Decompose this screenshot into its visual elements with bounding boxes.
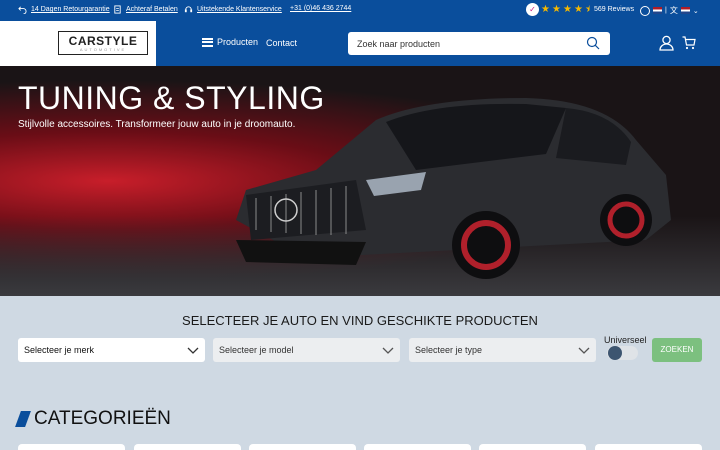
- search-input[interactable]: [357, 37, 577, 50]
- category-card[interactable]: [364, 444, 471, 450]
- top-bar: 14 Dagen Retourgarantie Achteraf Betalen…: [0, 0, 720, 21]
- kiyoh-logo-icon: ✓: [526, 3, 539, 16]
- logo-area[interactable]: CARSTYLE AUTOMOTIVE: [0, 21, 156, 66]
- chevron-down-icon: [382, 347, 394, 354]
- model-select-label: Selecteer je model: [219, 345, 294, 355]
- half-star-icon: ★: [585, 4, 594, 15]
- usp-service-label: Uitstekende Klantenservice: [197, 6, 282, 13]
- hero-title: TUNING & STYLING: [18, 80, 325, 116]
- type-select-label: Selecteer je type: [415, 345, 483, 355]
- headset-icon: [184, 6, 193, 13]
- chevron-down-icon: [187, 347, 199, 354]
- dutch-flag-icon: [680, 7, 690, 14]
- usp-service[interactable]: Uitstekende Klantenservice: [184, 5, 282, 14]
- phone-link[interactable]: +31 (0)46 436 2744: [290, 5, 351, 12]
- return-icon: [18, 6, 27, 14]
- usp-returns-label: 14 Dagen Retourgarantie: [31, 6, 110, 13]
- hero-subtitle: Stijlvolle accessoires. Transformeer jou…: [18, 119, 296, 130]
- categories-heading: CATEGORIEËN: [15, 408, 171, 430]
- search-button[interactable]: ZOEKEN: [652, 338, 702, 362]
- slash-accent-icon: [15, 411, 31, 427]
- carstyle-logo[interactable]: CARSTYLE AUTOMOTIVE: [58, 31, 148, 55]
- logo-text: CARSTYLE: [68, 33, 138, 48]
- toggle-knob: [608, 346, 622, 360]
- nav-products[interactable]: Producten: [202, 37, 258, 47]
- usp-pay-later[interactable]: Achteraf Betalen: [113, 5, 178, 14]
- logo-subtext: AUTOMOTIVE: [79, 46, 127, 52]
- universal-toggle[interactable]: [607, 346, 638, 360]
- phone-number: +31 (0)46 436 2744: [290, 5, 352, 12]
- star-icon: ★: [563, 4, 572, 15]
- nav-products-label: Producten: [217, 37, 259, 47]
- universal-label: Universeel: [604, 335, 647, 345]
- review-count[interactable]: 569 Reviews: [594, 6, 634, 13]
- star-icon: ★: [574, 4, 583, 15]
- globe-icon: [640, 5, 650, 16]
- menu-icon: [202, 37, 213, 47]
- cart-icon[interactable]: [682, 36, 696, 50]
- trust-rating[interactable]: ✓ ★ ★ ★ ★ ★: [526, 3, 594, 16]
- document-icon: [114, 5, 121, 14]
- hero-banner[interactable]: TUNING & STYLING Stijlvolle accessoires.…: [0, 66, 720, 296]
- star-icon: ★: [541, 4, 550, 15]
- translate-icon: 文: [669, 6, 678, 15]
- category-card[interactable]: [134, 444, 241, 450]
- language-separator: |: [665, 7, 667, 14]
- language-switcher[interactable]: | 文 ⌄: [640, 5, 699, 16]
- user-icon[interactable]: [659, 35, 674, 51]
- usp-returns[interactable]: 14 Dagen Retourgarantie: [18, 5, 110, 14]
- star-icon: ★: [552, 4, 561, 15]
- usp-pay-later-label: Achteraf Betalen: [126, 6, 178, 13]
- category-card[interactable]: [18, 444, 125, 450]
- type-select[interactable]: Selecteer je type: [409, 338, 596, 362]
- category-card[interactable]: [479, 444, 586, 450]
- nav-contact[interactable]: Contact: [266, 38, 297, 48]
- main-header: CARSTYLE AUTOMOTIVE Producten Contact: [0, 21, 720, 66]
- brand-select-label: Selecteer je merk: [24, 345, 95, 355]
- categories-title: CATEGORIEËN: [34, 408, 171, 429]
- chevron-down-icon: ⌄: [692, 7, 699, 15]
- chevron-down-icon: [578, 347, 590, 354]
- car-selector-title: SELECTEER JE AUTO EN VIND GESCHIKTE PROD…: [182, 313, 538, 328]
- search-icon[interactable]: [586, 36, 600, 50]
- brand-select[interactable]: Selecteer je merk: [18, 338, 205, 362]
- category-card[interactable]: [595, 444, 702, 450]
- model-select[interactable]: Selecteer je model: [213, 338, 400, 362]
- category-card[interactable]: [249, 444, 356, 450]
- dutch-flag-icon: [653, 7, 662, 14]
- search-bar: [348, 32, 610, 55]
